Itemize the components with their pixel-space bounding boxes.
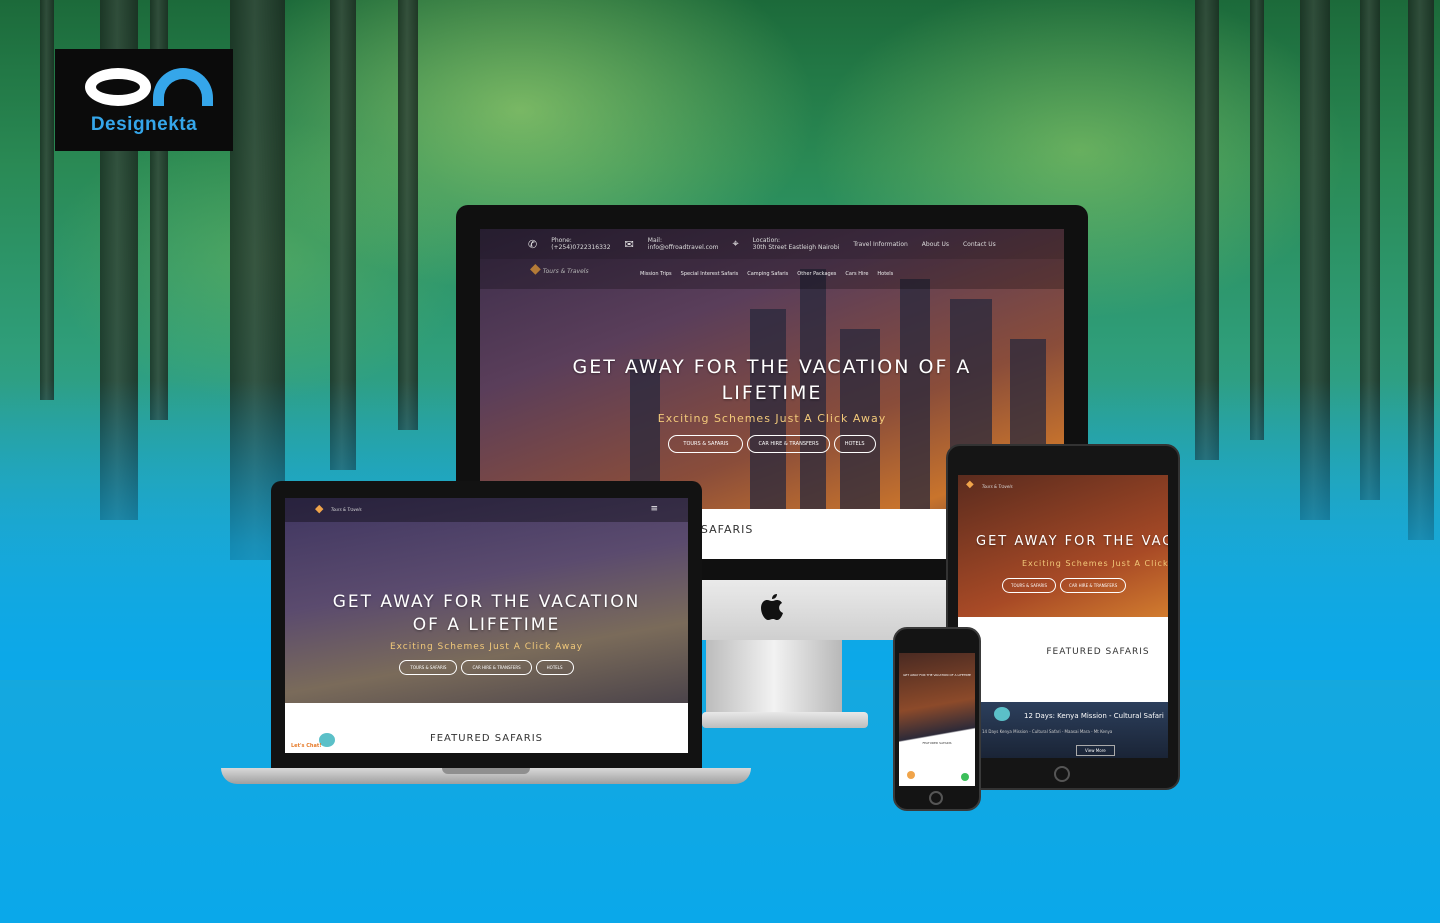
laptop-site-preview: ◆ Tours & Travels ≡ GET AWAY FOR THE VAC… (285, 498, 688, 753)
top-link-about[interactable]: About Us (922, 241, 949, 248)
view-more-button[interactable]: View More (1076, 745, 1115, 756)
hero-subtitle: Exciting Schemes Just A Click Away (657, 412, 887, 426)
car-hire-button[interactable]: CAR HIRE & TRANSFERS (461, 660, 532, 676)
tours-button[interactable]: TOURS & SAFARIS (399, 660, 458, 676)
tree-trunk (40, 0, 54, 400)
site-brand-logo[interactable]: ◆ (966, 479, 974, 490)
nav-camping[interactable]: Camping Safaris (747, 271, 788, 277)
safari-card-title: 12 Days: Kenya Mission - Cultural Safari (1024, 712, 1164, 720)
phone-home-button[interactable] (929, 791, 943, 805)
logo-mark-icon (69, 64, 219, 112)
phone-info: Phone: (+254)0722316332 (551, 237, 611, 251)
laptop-notch (442, 768, 530, 774)
featured-safaris-title: FEATURED SAFARIS (429, 733, 543, 744)
phone-icon: ✆ (528, 237, 538, 251)
brand-tagline: Tours & Travels (331, 507, 362, 512)
hero-subtitle: Exciting Schemes Just A Click Away (389, 642, 584, 653)
location-info: Location: 30th Street Eastleigh Nairobi (752, 237, 840, 251)
hotels-button[interactable]: HOTELS (833, 435, 876, 454)
mail-info: Mail: info@offroadtravel.com (647, 237, 719, 251)
whatsapp-icon[interactable] (961, 773, 969, 781)
tree-trunk (398, 0, 418, 430)
nav-special-interest[interactable]: Special Interest Safaris (681, 271, 739, 277)
mail-icon: ✉ (624, 237, 634, 251)
tablet-hero: GET AWAY FOR THE VACATION OF A LIFETIME … (976, 533, 1168, 593)
featured-safaris-title: FEATURED SAFARIS (1046, 647, 1150, 657)
apple-icon (761, 594, 783, 620)
tours-button[interactable]: TOURS & SAFARIS (668, 435, 744, 454)
tablet-site-preview: ◆ Tours & Travels GET AWAY FOR THE VACAT… (958, 475, 1168, 758)
tablet-home-button[interactable] (1054, 766, 1070, 782)
hero-title: GET AWAY FOR THE VACATION OF A LIFETIME (976, 534, 1168, 549)
laptop-header: ◆ Tours & Travels ≡ (285, 498, 688, 522)
laptop-hero: GET AWAY FOR THE VACATION OF A LIFETIME … (285, 578, 688, 688)
desktop-nav: Mission Trips Special Interest Safaris C… (480, 259, 1064, 289)
chat-bubble-icon[interactable] (994, 707, 1010, 721)
location-icon: ⌖ (732, 237, 739, 250)
top-link-contact[interactable]: Contact Us (963, 241, 996, 248)
hero-subtitle: Exciting Schemes Just A Click Away (1022, 558, 1168, 568)
desktop-contact-bar: ✆ Phone: (+254)0722316332 ✉ Mail: info@off… (480, 229, 1064, 259)
nav-other-packages[interactable]: Other Packages (797, 271, 836, 277)
laptop-featured-band: FEATURED SAFARIS (285, 703, 688, 753)
hero-title: GET AWAY FOR THE VACATION OF A LIFETIME (903, 673, 971, 677)
hero-title: GET AWAY FOR THE VACATION OF A LIFETIME (332, 591, 641, 635)
nav-cars-hire[interactable]: Cars Hire (845, 271, 868, 277)
featured-safaris-title: FEATURED SAFARIS (922, 741, 952, 745)
monitor-foot (702, 712, 868, 728)
car-hire-button[interactable]: CAR HIRE & TRANSFERS (1060, 577, 1127, 593)
car-hire-button[interactable]: CAR HIRE & TRANSFERS (747, 435, 830, 454)
nav-hotels[interactable]: Hotels (877, 271, 893, 277)
brand-tagline: Tours & Travels (982, 484, 1013, 489)
tablet-safari-card[interactable]: 12 Days: Kenya Mission - Cultural Safari… (958, 702, 1168, 758)
chat-bubble-icon[interactable] (907, 771, 915, 779)
nav-mission-trips[interactable]: Mission Trips (640, 271, 672, 277)
top-link-travel[interactable]: Travel Information (853, 241, 907, 248)
tablet-featured-band: FEATURED SAFARIS (958, 617, 1168, 702)
safari-card-subtitle: 14 Days Kenya Mission - Cultural Safari … (982, 729, 1113, 734)
phone-site-preview: GET AWAY FOR THE VACATION OF A LIFETIME … (899, 653, 975, 786)
monitor-stand (706, 640, 842, 716)
designekta-logo[interactable]: Designekta (55, 49, 233, 151)
hotels-button[interactable]: HOTELS (535, 660, 574, 676)
tours-button[interactable]: TOURS & SAFARIS (1002, 577, 1057, 593)
site-brand-logo[interactable]: ◆ (315, 502, 323, 515)
chat-label[interactable]: Let's Chat! (291, 743, 322, 749)
tree-trunk (1250, 0, 1264, 440)
hamburger-menu-icon[interactable]: ≡ (650, 504, 658, 514)
logo-text: Designekta (90, 114, 198, 135)
hero-title: GET AWAY FOR THE VACATION OF A LIFETIME (572, 355, 972, 404)
